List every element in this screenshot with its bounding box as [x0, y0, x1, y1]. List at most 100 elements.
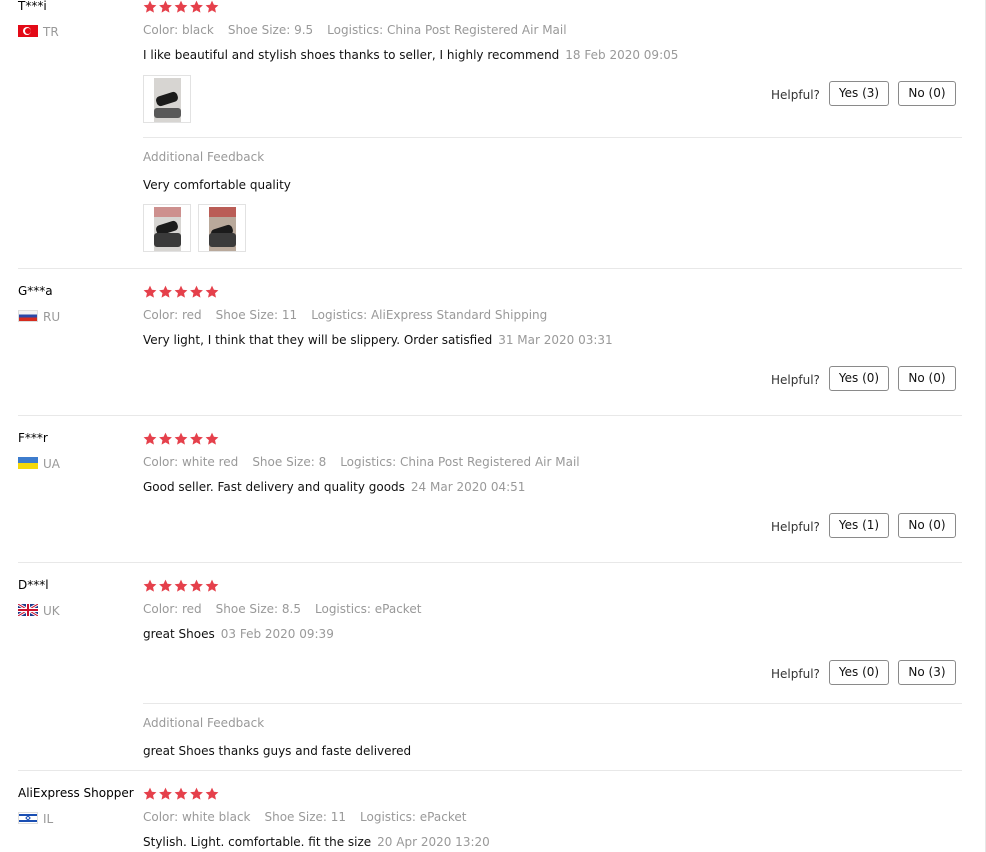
reviewer-country: TR: [18, 25, 59, 39]
helpful-yes-button[interactable]: Yes (1): [829, 513, 889, 538]
order-logistics: Logistics: ePacket: [360, 810, 467, 824]
helpful-label: Helpful?: [771, 373, 820, 387]
helpful-label: Helpful?: [771, 520, 820, 534]
order-color: Color: white red: [143, 455, 239, 469]
tr-flag-icon: [18, 25, 38, 37]
reviewer-country: UA: [18, 457, 60, 471]
reviewer-name: D***l: [18, 578, 49, 592]
order-size: Shoe Size: 11: [215, 308, 298, 322]
review-text: Stylish. Light. comfortable. fit the siz…: [143, 835, 490, 849]
star-icon: [205, 787, 219, 800]
review-date: 20 Apr 2020 13:20: [377, 835, 490, 849]
helpful-yes-button[interactable]: Yes (0): [829, 366, 889, 391]
star-icon: [205, 285, 219, 298]
review-date: 31 Mar 2020 03:31: [498, 333, 613, 347]
star-rating: [143, 285, 221, 299]
helpful-no-button[interactable]: No (0): [898, 513, 956, 538]
country-code: UK: [43, 604, 60, 618]
divider: [143, 137, 962, 138]
star-icon: [159, 0, 172, 13]
country-code: RU: [43, 310, 61, 324]
order-size: Shoe Size: 8.5: [215, 602, 301, 616]
order-info: Color: red Shoe Size: 8.5 Logistics: ePack…: [143, 602, 435, 616]
order-color: Color: red: [143, 602, 202, 616]
order-color: Color: black: [143, 23, 214, 37]
reviewer-name: F***r: [18, 431, 48, 445]
review-date: 18 Feb 2020 09:05: [565, 48, 679, 62]
additional-feedback-label: Additional Feedback: [143, 150, 265, 164]
review-photo[interactable]: [143, 75, 191, 123]
star-icon: [174, 432, 188, 445]
star-icon: [174, 285, 188, 298]
review-body: Good seller. Fast delivery and quality g…: [143, 480, 405, 494]
additional-photo[interactable]: [143, 204, 191, 252]
country-code: TR: [43, 25, 59, 39]
review-separator: [18, 415, 962, 416]
stars-svg: [143, 432, 219, 445]
star-icon: [174, 579, 188, 592]
star-icon: [143, 285, 157, 298]
additional-feedback-text: Very comfortable quality: [143, 178, 291, 192]
review-date: 03 Feb 2020 09:39: [220, 627, 334, 641]
order-logistics: Logistics: ePacket: [315, 602, 422, 616]
additional-feedback-label: Additional Feedback: [143, 716, 265, 730]
star-icon: [205, 0, 219, 13]
helpful-label: Helpful?: [771, 88, 820, 102]
helpful-no-button[interactable]: No (0): [898, 81, 956, 106]
order-size: Shoe Size: 8: [252, 455, 327, 469]
star-icon: [190, 432, 203, 445]
review-separator: [18, 562, 962, 563]
star-icon: [159, 579, 172, 592]
review-text: great Shoes 03 Feb 2020 09:39: [143, 627, 334, 641]
reviewer-name: T***i: [18, 0, 47, 13]
additional-photo[interactable]: [198, 204, 246, 252]
star-icon: [143, 432, 157, 445]
ua-flag-icon: [18, 457, 38, 469]
helpful-no-button[interactable]: No (3): [898, 660, 956, 685]
review-body: Very light, I think that they will be sl…: [143, 333, 493, 347]
order-color: Color: white black: [143, 810, 251, 824]
helpful-yes-button[interactable]: Yes (3): [829, 81, 889, 106]
star-icon: [159, 285, 172, 298]
review-separator: [18, 268, 962, 269]
order-info: Color: white black Shoe Size: 11 Logistics…: [143, 810, 480, 824]
star-icon: [159, 432, 172, 445]
review-text: Good seller. Fast delivery and quality g…: [143, 480, 525, 494]
stars-svg: [143, 579, 219, 592]
ru-flag-icon: [18, 310, 38, 322]
review-date: 24 Mar 2020 04:51: [410, 480, 526, 494]
helpful-yes-button[interactable]: Yes (0): [829, 660, 889, 685]
order-size: Shoe Size: 11: [264, 810, 347, 824]
reviewer-name: AliExpress Shopper: [18, 786, 134, 800]
additional-feedback-text: great Shoes thanks guys and faste delive…: [143, 744, 412, 758]
star-icon: [174, 0, 188, 13]
review-body: great Shoes: [143, 627, 215, 641]
star-icon: [205, 432, 219, 445]
star-icon: [190, 285, 203, 298]
divider: [143, 703, 962, 704]
review-body: Stylish. Light. comfortable. fit the siz…: [143, 835, 372, 849]
country-code: IL: [43, 812, 54, 826]
star-icon: [143, 787, 157, 800]
order-info: Color: black Shoe Size: 9.5 Logistics: Chi…: [143, 23, 581, 37]
order-info: Color: white red Shoe Size: 8 Logistics: C…: [143, 455, 594, 469]
star-icon: [159, 787, 172, 800]
order-logistics: Logistics: China Post Registered Air Mai…: [327, 23, 567, 37]
order-logistics: Logistics: AliExpress Standard Shipping: [311, 308, 548, 322]
star-icon: [190, 787, 203, 800]
order-color: Color: red: [143, 308, 202, 322]
country-code: UA: [43, 457, 60, 471]
stars-svg: [143, 285, 219, 298]
order-size: Shoe Size: 9.5: [227, 23, 314, 37]
star-icon: [143, 579, 157, 592]
star-icon: [190, 0, 203, 13]
star-icon: [143, 0, 157, 13]
helpful-no-button[interactable]: No (0): [898, 366, 956, 391]
stars-svg: [143, 0, 219, 13]
star-rating: [143, 432, 221, 446]
il-flag-icon: [18, 812, 38, 824]
star-rating: [143, 0, 221, 14]
uk-flag-icon: [18, 604, 38, 616]
reviewer-country: IL: [18, 812, 53, 826]
review-separator: [18, 770, 962, 771]
